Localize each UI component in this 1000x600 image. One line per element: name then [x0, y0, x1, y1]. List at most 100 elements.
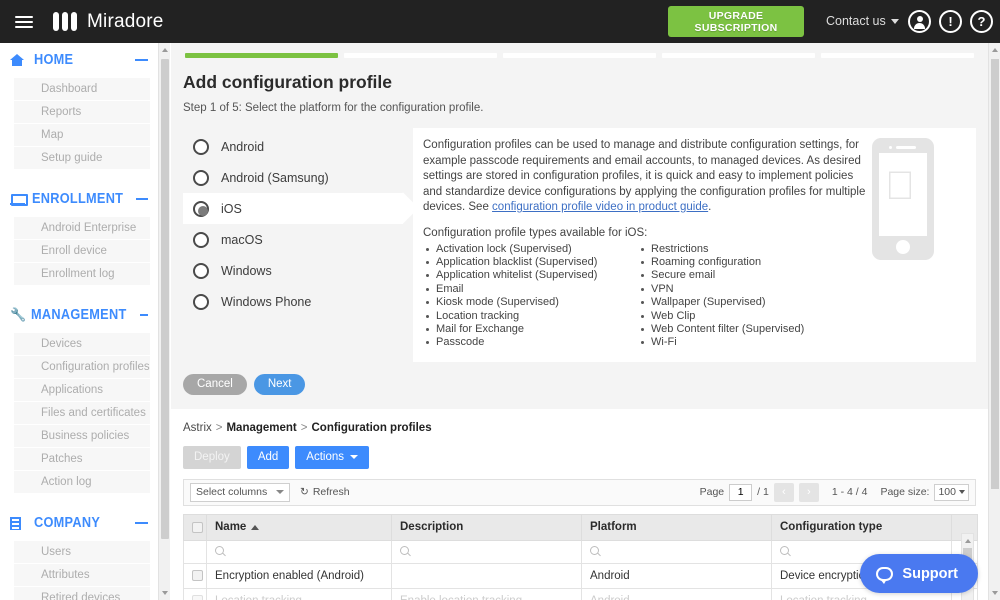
sidebar-item-applications[interactable]: Applications — [14, 379, 150, 401]
apple-logo-icon:  — [885, 166, 915, 206]
support-chat-button[interactable]: Support — [860, 554, 978, 593]
platform-option-windows-phone[interactable]: Windows Phone — [183, 286, 403, 317]
sidebar-item-devices[interactable]: Devices — [14, 333, 150, 355]
help-circle-icon[interactable]: ? — [970, 10, 993, 33]
column-header-name[interactable]: Name — [206, 513, 392, 541]
contact-us-menu[interactable]: Contact us — [826, 14, 899, 28]
sidebar-item-patches[interactable]: Patches — [14, 448, 150, 470]
sidebar-item-retired-devices[interactable]: Retired devices — [14, 587, 150, 600]
sidebar-item-files-and-certificates[interactable]: Files and certificates — [14, 402, 150, 424]
sidebar-item-configuration-profiles[interactable]: Configuration profiles — [14, 356, 150, 378]
breadcrumb-parent[interactable]: Management — [226, 422, 296, 434]
scroll-up-icon[interactable] — [162, 48, 168, 52]
filter-description-cell[interactable] — [391, 539, 582, 564]
column-header-configuration-type[interactable]: Configuration type — [771, 513, 952, 541]
sidebar-item-enroll-device[interactable]: Enroll device — [14, 240, 150, 262]
chevron-down-icon — [276, 490, 284, 495]
page-size-dropdown[interactable]: 100 — [934, 483, 969, 501]
radio-icon[interactable] — [193, 138, 209, 155]
page-scrollbar[interactable] — [988, 43, 1000, 600]
sidebar-section-label: HOME — [34, 52, 74, 68]
collapse-icon[interactable] — [135, 521, 148, 525]
user-circle-icon[interactable] — [908, 10, 931, 33]
platform-option-android[interactable]: Android — [183, 131, 403, 162]
alert-circle-icon[interactable]: ! — [939, 10, 962, 33]
sidebar-item-dashboard[interactable]: Dashboard — [14, 78, 150, 100]
product-guide-link[interactable]: configuration profile video in product g… — [492, 201, 708, 213]
refresh-button[interactable]: ↻ Refresh — [300, 486, 350, 498]
scroll-down-icon[interactable] — [992, 591, 998, 595]
collapse-icon[interactable] — [135, 58, 148, 62]
radio-icon[interactable] — [193, 293, 209, 310]
cancel-button[interactable]: Cancel — [183, 373, 247, 395]
select-columns-label: Select columns — [196, 486, 268, 499]
cell-description — [391, 562, 582, 589]
cell-description: Enable location tracking — [391, 587, 582, 600]
progress-step-5 — [821, 53, 974, 58]
platform-option-macos[interactable]: macOS — [183, 224, 403, 255]
add-button[interactable]: Add — [246, 445, 290, 469]
sidebar-item-business-policies[interactable]: Business policies — [14, 425, 150, 447]
sidebar-item-action-log[interactable]: Action log — [14, 471, 150, 493]
sidebar-item-map[interactable]: Map — [14, 124, 150, 146]
scrollbar-thumb[interactable] — [161, 59, 169, 539]
hamburger-icon[interactable] — [15, 13, 33, 31]
column-header-platform[interactable]: Platform — [581, 513, 772, 541]
collapse-icon[interactable] — [139, 313, 148, 317]
filter-platform-cell[interactable] — [581, 539, 772, 564]
sidebar-scrollbar[interactable] — [158, 43, 170, 600]
list-item: Activation lock (Supervised) — [423, 243, 638, 256]
upgrade-subscription-button[interactable]: UPGRADE SUBSCRIPTION — [668, 6, 804, 37]
sidebar-item-users[interactable]: Users — [14, 541, 150, 563]
scrollbar-thumb[interactable] — [991, 59, 999, 489]
next-page-button[interactable]: › — [798, 482, 819, 502]
platform-option-android-samsung[interactable]: Android (Samsung) — [183, 162, 403, 193]
scroll-up-icon[interactable] — [992, 48, 998, 52]
column-header-description[interactable]: Description — [391, 513, 582, 541]
deploy-button[interactable]: Deploy — [183, 445, 241, 469]
table-filter-row — [183, 539, 978, 564]
refresh-label: Refresh — [312, 486, 350, 499]
info-paragraph-period: . — [708, 201, 712, 213]
filter-name-cell[interactable] — [206, 539, 392, 564]
table-row[interactable]: Encryption enabled (Android) Android Dev… — [183, 562, 978, 589]
wizard-step-subtitle: Step 1 of 5: Select the platform for the… — [183, 102, 484, 114]
platform-option-windows[interactable]: Windows — [183, 255, 403, 286]
sidebar-section-enrollment[interactable]: ENROLLMENT — [0, 182, 158, 216]
sidebar-item-attributes[interactable]: Attributes — [14, 564, 150, 586]
breadcrumb-root[interactable]: Astrix — [183, 422, 212, 434]
sidebar-section-home[interactable]: HOME — [0, 43, 158, 77]
row-checkbox[interactable] — [192, 595, 203, 600]
select-all-checkbox[interactable] — [192, 521, 203, 533]
breadcrumb: Astrix > Management > Configuration profiles — [183, 421, 432, 434]
sidebar-section-company[interactable]: COMPANY — [0, 506, 158, 540]
sidebar-item-setup-guide[interactable]: Setup guide — [14, 147, 150, 169]
sidebar-item-reports[interactable]: Reports — [14, 101, 150, 123]
contact-us-label: Contact us — [826, 14, 886, 28]
sidebar-item-android-enterprise[interactable]: Android Enterprise — [14, 217, 150, 239]
platform-option-ios[interactable]: iOS — [183, 193, 403, 224]
pagination: Page / 1 ‹ › 1 - 4 / 4 Page size: 100 — [700, 482, 969, 502]
chevron-down-icon — [959, 490, 965, 495]
sidebar-item-enrollment-log[interactable]: Enrollment log — [14, 263, 150, 285]
radio-icon-selected[interactable] — [193, 200, 209, 217]
sidebar-section-management[interactable]: 🔧 MANAGEMENT — [0, 298, 158, 332]
collapse-icon[interactable] — [136, 197, 148, 201]
radio-icon[interactable] — [193, 231, 209, 248]
next-button[interactable]: Next — [253, 373, 306, 395]
actions-button[interactable]: Actions — [295, 445, 369, 469]
progress-step-1 — [185, 53, 338, 58]
table-row[interactable]: Location tracking Enable location tracki… — [183, 587, 978, 600]
radio-icon[interactable] — [193, 169, 209, 186]
page-number-input[interactable] — [729, 483, 753, 501]
scroll-up-icon[interactable] — [965, 539, 971, 543]
prev-page-button[interactable]: ‹ — [773, 482, 794, 502]
radio-icon[interactable] — [193, 262, 209, 279]
platform-label: iOS — [221, 201, 242, 216]
scroll-down-icon[interactable] — [162, 591, 168, 595]
select-columns-dropdown[interactable]: Select columns — [190, 482, 290, 502]
row-checkbox[interactable] — [192, 570, 203, 582]
platform-label: Windows Phone — [221, 294, 312, 309]
breadcrumb-current: Configuration profiles — [311, 421, 432, 434]
list-item: Web Clip — [638, 310, 804, 323]
